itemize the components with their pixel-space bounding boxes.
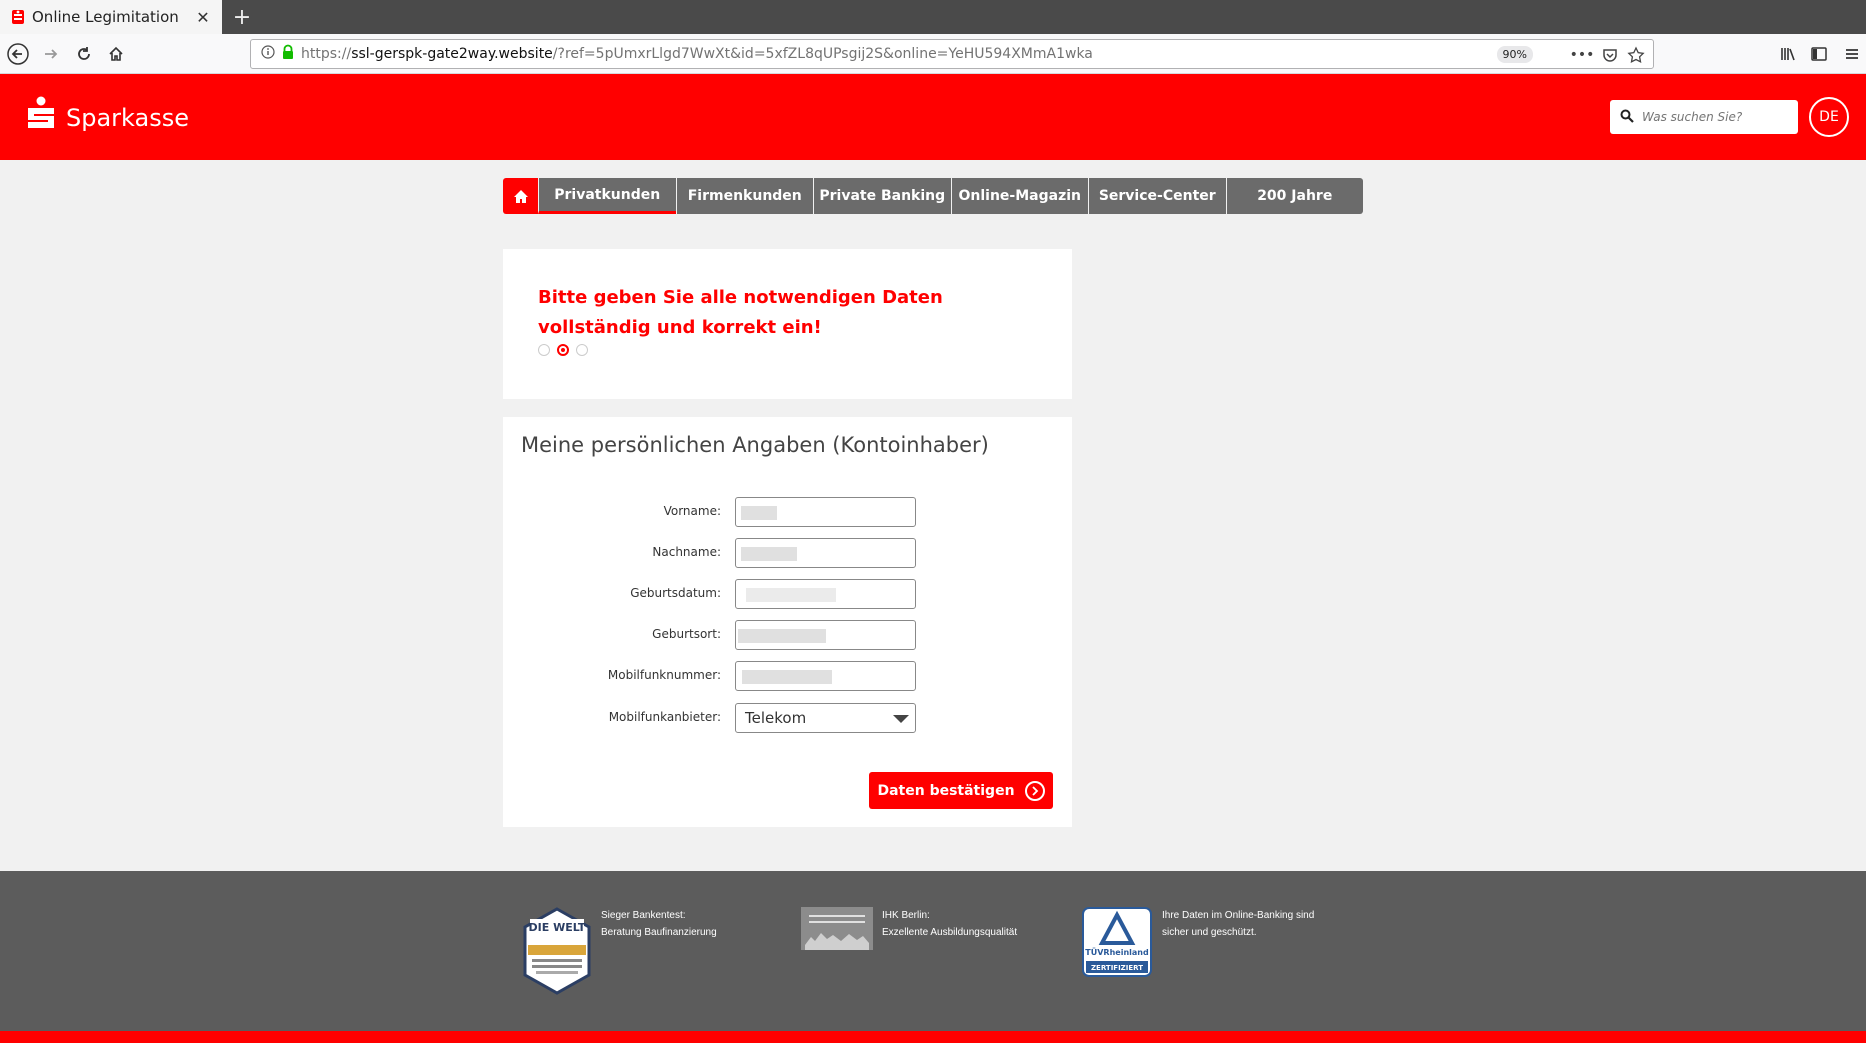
personal-data-form: Meine persönlichen Angaben (Kontoinhaber… bbox=[503, 417, 1072, 827]
sparkasse-logo[interactable]: Sparkasse bbox=[26, 96, 189, 132]
geburtsdatum-label: Geburtsdatum: bbox=[630, 586, 721, 600]
alert-panel: Bitte geben Sie alle notwendigen Daten v… bbox=[503, 249, 1072, 399]
vorname-field[interactable] bbox=[735, 497, 916, 527]
form-row-mobilfunkanbieter: Mobilfunkanbieter: Telekom bbox=[503, 703, 1072, 733]
site-header: Sparkasse DE bbox=[0, 74, 1866, 160]
tab-title: Online Legimitation bbox=[32, 8, 179, 26]
tuv-badge: TÜVRheinland ZERTIFIZIERT bbox=[1082, 907, 1152, 981]
tuv-sub-label: ZERTIFIZIERT bbox=[1091, 964, 1143, 972]
reload-icon[interactable] bbox=[70, 40, 98, 68]
mobilfunkanbieter-select[interactable]: Telekom bbox=[735, 703, 916, 733]
tuv-label: TÜVRheinland bbox=[1085, 947, 1149, 957]
forward-icon[interactable] bbox=[37, 40, 65, 68]
step-dot bbox=[538, 344, 550, 356]
search-input[interactable] bbox=[1642, 110, 1792, 124]
form-row-vorname: Vorname: bbox=[503, 497, 1072, 527]
nav-item-service-center[interactable]: Service-Center bbox=[1088, 178, 1226, 214]
new-tab-icon[interactable]: + bbox=[228, 2, 256, 32]
step-dot bbox=[576, 344, 588, 356]
form-row-nachname: Nachname: bbox=[503, 538, 1072, 568]
nachname-field[interactable] bbox=[735, 538, 916, 568]
home-icon[interactable] bbox=[102, 40, 130, 68]
browser-navbar: https://ssl-gerspk-gate2way.website/?ref… bbox=[0, 34, 1866, 74]
site-search[interactable] bbox=[1610, 100, 1798, 134]
redacted-value bbox=[742, 670, 832, 684]
geburtsort-field[interactable] bbox=[735, 620, 916, 650]
badge2-text: IHK Berlin: Exzellente Ausbildungsqualit… bbox=[882, 910, 1018, 938]
ihk-seal-icon bbox=[801, 907, 873, 950]
close-tab-icon[interactable]: ✕ bbox=[194, 8, 212, 27]
form-row-geburtsort: Geburtsort: bbox=[503, 620, 1072, 650]
die-welt-seal-icon: DIE WELT bbox=[523, 907, 591, 995]
form-row-geburtsdatum: Geburtsdatum: bbox=[503, 579, 1072, 609]
badge3-text: Ihre Daten im Online-Banking sind sicher… bbox=[1162, 910, 1315, 938]
selected-provider: Telekom bbox=[745, 709, 807, 727]
badge1-text: Sieger Bankentest: Beratung Baufinanzier… bbox=[601, 910, 717, 938]
form-title: Meine persönlichen Angaben (Kontoinhaber… bbox=[521, 433, 989, 457]
search-icon[interactable] bbox=[1620, 108, 1634, 127]
geburtsdatum-field[interactable] bbox=[735, 579, 916, 609]
home-icon bbox=[513, 189, 528, 203]
chevron-down-icon bbox=[893, 715, 909, 723]
redacted-value bbox=[741, 506, 777, 520]
address-bar[interactable]: https://ssl-gerspk-gate2way.website/?ref… bbox=[250, 39, 1654, 69]
form-row-mobilfunknummer: Mobilfunknummer: bbox=[503, 661, 1072, 691]
alert-message: Bitte geben Sie alle notwendigen Daten v… bbox=[538, 287, 943, 338]
main-navigation: Privatkunden Firmenkunden Private Bankin… bbox=[503, 178, 1363, 214]
submit-label: Daten bestätigen bbox=[877, 782, 1015, 799]
browser-tab[interactable]: Online Legimitation ✕ bbox=[0, 0, 222, 34]
vorname-label: Vorname: bbox=[663, 504, 721, 518]
mobilfunkanbieter-label: Mobilfunkanbieter: bbox=[608, 710, 721, 724]
browser-tabbar: Online Legimitation ✕ + bbox=[0, 0, 1866, 34]
die-welt-label: DIE WELT bbox=[529, 921, 586, 934]
geburtsort-label: Geburtsort: bbox=[652, 627, 721, 641]
logo-text: Sparkasse bbox=[66, 104, 189, 132]
sparkasse-logo-icon bbox=[28, 96, 54, 128]
bookmark-star-icon[interactable] bbox=[1625, 44, 1647, 66]
step-indicator bbox=[538, 344, 595, 356]
tuv-seal-icon: TÜVRheinland ZERTIFIZIERT bbox=[1082, 907, 1152, 977]
nav-item-online-magazin[interactable]: Online-Magazin bbox=[950, 178, 1088, 214]
sidebar-icon[interactable] bbox=[1805, 40, 1833, 68]
nav-home-button[interactable] bbox=[503, 178, 538, 214]
redacted-value bbox=[746, 588, 836, 602]
page-actions-icon[interactable]: ••• bbox=[1570, 44, 1595, 66]
mobilfunknummer-label: Mobilfunknummer: bbox=[607, 668, 721, 682]
chevron-right-icon bbox=[1024, 780, 1045, 801]
die-welt-badge: DIE WELT bbox=[522, 907, 592, 999]
submit-button[interactable]: Daten bestätigen bbox=[869, 772, 1053, 809]
redacted-value bbox=[741, 547, 797, 561]
library-icon[interactable] bbox=[1774, 40, 1802, 68]
lock-icon[interactable] bbox=[281, 44, 295, 64]
zoom-level-badge[interactable]: 90% bbox=[1496, 46, 1533, 63]
ihk-badge bbox=[801, 907, 873, 954]
info-icon[interactable] bbox=[261, 45, 275, 63]
nachname-label: Nachname: bbox=[652, 545, 721, 559]
sparkasse-favicon-icon bbox=[10, 9, 26, 25]
nav-item-200-jahre[interactable]: 200 Jahre bbox=[1225, 178, 1363, 214]
nav-item-private-banking[interactable]: Private Banking bbox=[813, 178, 951, 214]
menu-icon[interactable] bbox=[1838, 40, 1866, 68]
back-icon[interactable] bbox=[4, 40, 32, 68]
url-text: https://ssl-gerspk-gate2way.website/?ref… bbox=[301, 46, 1093, 62]
step-dot-active bbox=[557, 344, 569, 356]
footer-red-bar bbox=[0, 1031, 1866, 1043]
nav-item-firmenkunden[interactable]: Firmenkunden bbox=[675, 178, 813, 214]
site-footer: DIE WELT Sieger Bankentest: Beratung Bau… bbox=[0, 871, 1866, 1031]
redacted-value bbox=[738, 629, 826, 643]
mobilfunknummer-field[interactable] bbox=[735, 661, 916, 691]
pocket-icon[interactable] bbox=[1599, 44, 1621, 66]
nav-item-privatkunden[interactable]: Privatkunden bbox=[538, 178, 676, 214]
language-button[interactable]: DE bbox=[1809, 97, 1849, 137]
